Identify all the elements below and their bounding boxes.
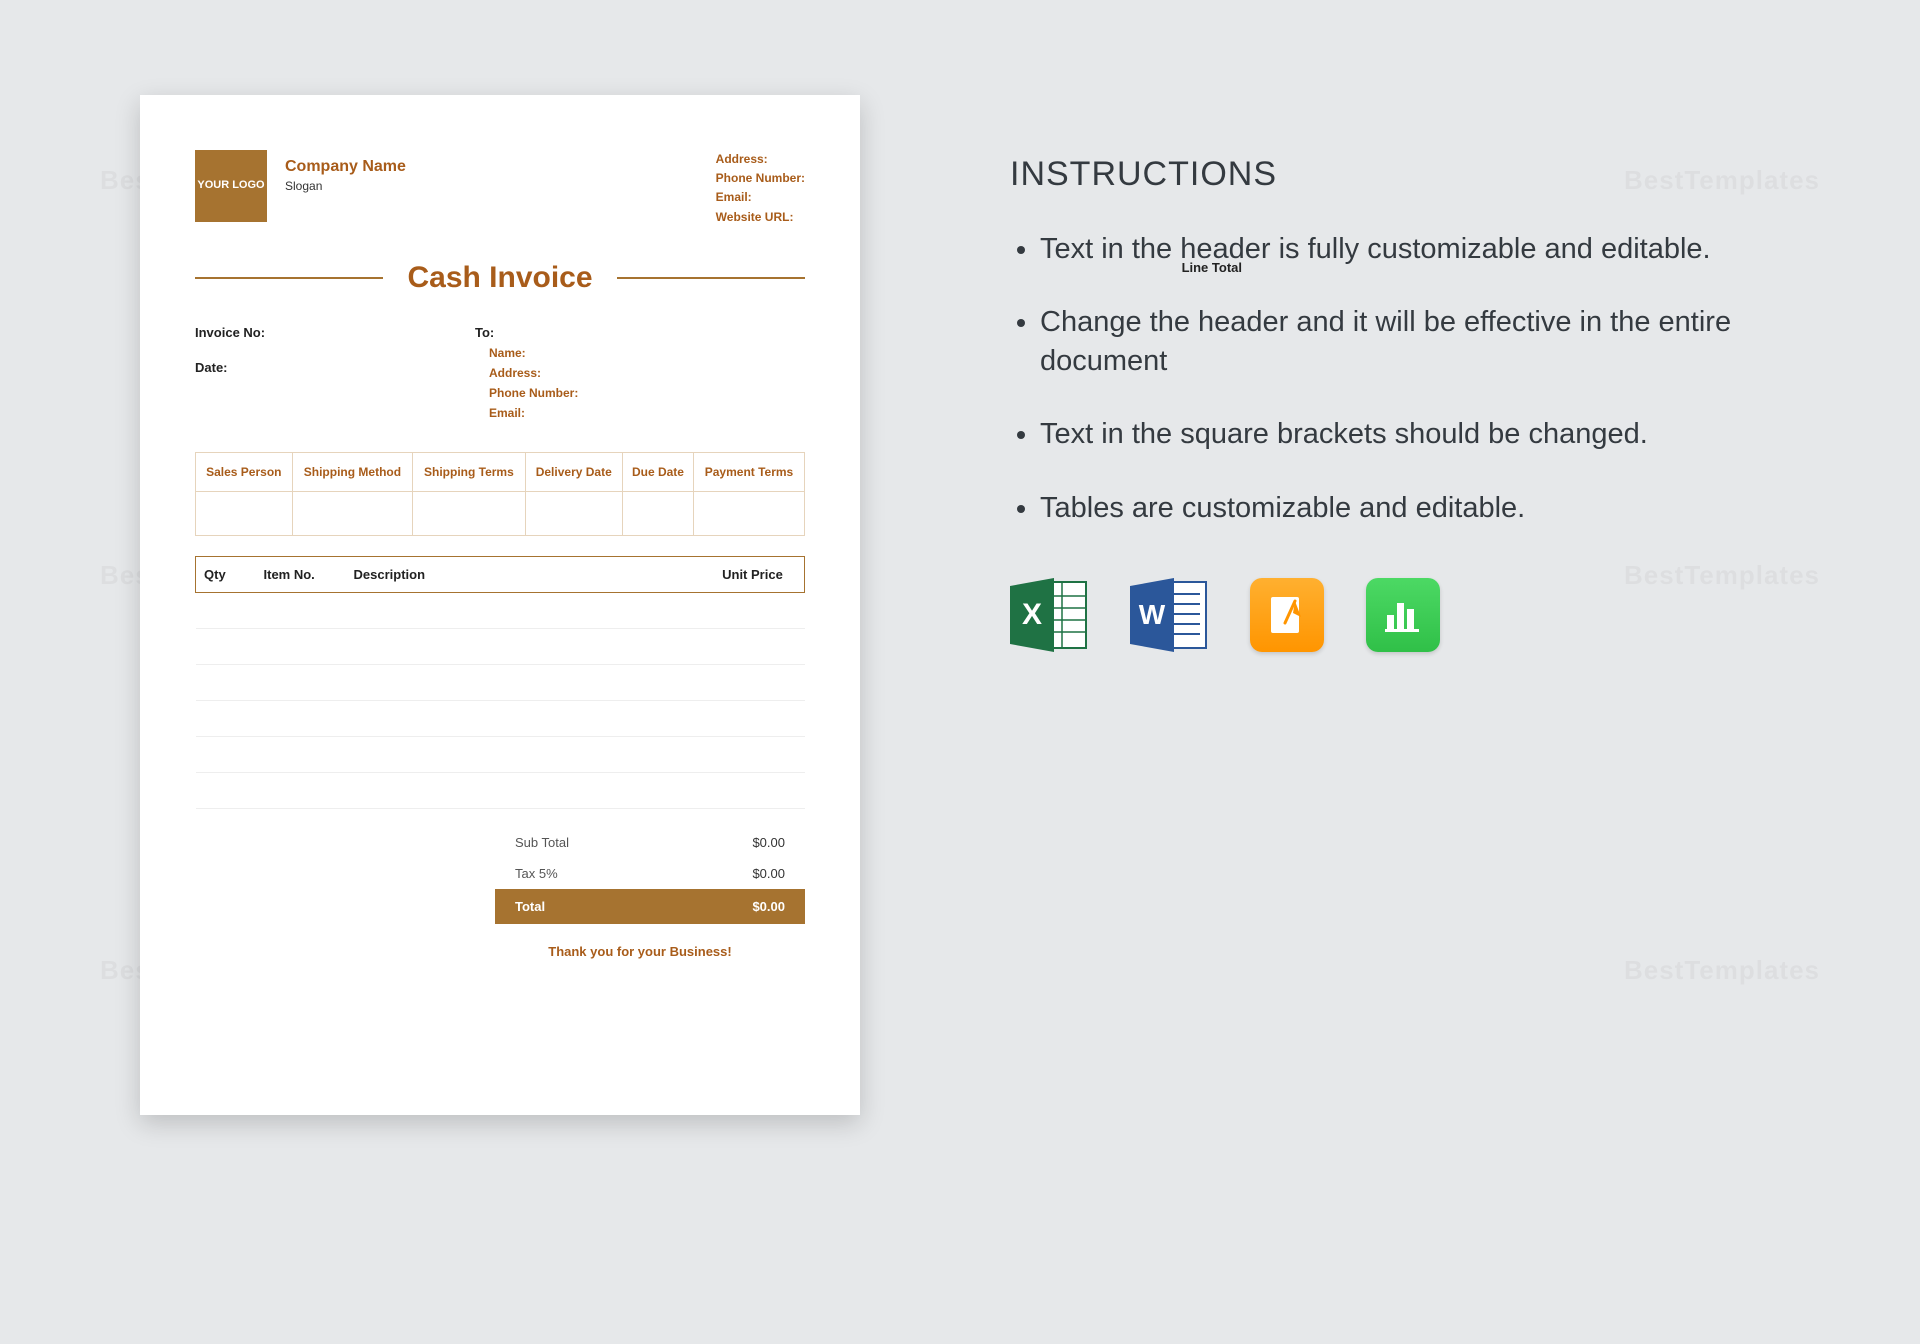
instructions-title: INSTRUCTIONS [1010,155,1770,194]
pages-icon [1250,578,1324,652]
title-rule-right [617,277,805,279]
info-row [196,491,805,535]
info-header: Shipping Terms [413,452,525,491]
to-name-label: Name: [489,346,805,360]
items-header-item-no: Item No. [256,556,346,592]
tax-value: $0.00 [695,866,785,881]
to-address-label: Address: [489,366,805,380]
date-label: Date: [195,360,475,375]
company-name: Company Name [285,158,475,176]
items-header-description: Description [346,556,703,592]
company-block: Company Name Slogan [285,150,475,227]
items-header-qty: Qty [196,556,256,592]
items-row [196,592,805,628]
to-email-label: Email: [489,406,805,420]
contact-email: Email: [716,188,805,207]
instructions-list: Text in the header is fully customizable… [1010,230,1770,528]
to-phone-label: Phone Number: [489,386,805,400]
info-header: Sales Person [196,452,293,491]
subtotal-value: $0.00 [695,835,785,850]
totals-block: Sub Total $0.00 Tax 5% $0.00 Total $0.00 [495,827,805,924]
meta-right: To: Name: Address: Phone Number: Email: [475,325,805,426]
info-table: Sales Person Shipping Method Shipping Te… [195,452,805,536]
subtotal-label: Sub Total [515,835,695,850]
meta-row: Invoice No: Date: To: Name: Address: Pho… [195,325,805,426]
instruction-item: Change the header and it will be effecti… [1040,303,1770,381]
info-header: Payment Terms [694,452,805,491]
items-row [196,700,805,736]
document-header: YOUR LOGO Company Name Slogan Address: P… [195,150,805,227]
items-table: Qty Item No. Description Unit Price Line… [195,556,805,809]
items-row [196,772,805,808]
contact-website: Website URL: [716,208,805,227]
excel-icon: X [1010,578,1088,657]
watermark: BestTemplates [1624,955,1820,986]
invoice-document: YOUR LOGO Company Name Slogan Address: P… [140,95,860,1115]
contact-address: Address: [716,150,805,169]
to-label: To: [475,325,805,340]
contact-phone: Phone Number: [716,169,805,188]
svg-text:W: W [1139,599,1166,630]
tax-row: Tax 5% $0.00 [495,858,805,889]
tax-label: Tax 5% [515,866,695,881]
meta-left: Invoice No: Date: [195,325,475,426]
items-row [196,736,805,772]
title-rule-left [195,277,383,279]
word-icon: W [1130,578,1208,657]
info-header: Due Date [622,452,693,491]
subtotal-row: Sub Total $0.00 [495,827,805,858]
numbers-icon [1366,578,1440,652]
instruction-item: Tables are customizable and editable. [1040,489,1770,528]
invoice-no-label: Invoice No: [195,325,475,340]
instructions-panel: INSTRUCTIONS Text in the header is fully… [1010,155,1770,657]
items-row [196,628,805,664]
company-slogan: Slogan [285,179,475,193]
document-title: Cash Invoice [407,261,592,295]
info-header: Delivery Date [525,452,622,491]
info-header: Shipping Method [292,452,413,491]
instruction-item: Text in the square brackets should be ch… [1040,415,1770,454]
total-value: $0.00 [695,899,785,914]
app-icons-row: X W [1010,578,1770,657]
logo-placeholder: YOUR LOGO [195,150,267,222]
title-row: Cash Invoice [195,261,805,295]
svg-text:X: X [1022,598,1042,631]
items-header-unit-price: Unit Price [702,556,802,592]
thank-you-text: Thank you for your Business! [475,944,805,959]
total-label: Total [515,899,695,914]
contact-block: Address: Phone Number: Email: Website UR… [716,150,805,227]
instruction-item: Text in the header is fully customizable… [1040,230,1770,269]
items-row [196,664,805,700]
total-row: Total $0.00 [495,889,805,924]
